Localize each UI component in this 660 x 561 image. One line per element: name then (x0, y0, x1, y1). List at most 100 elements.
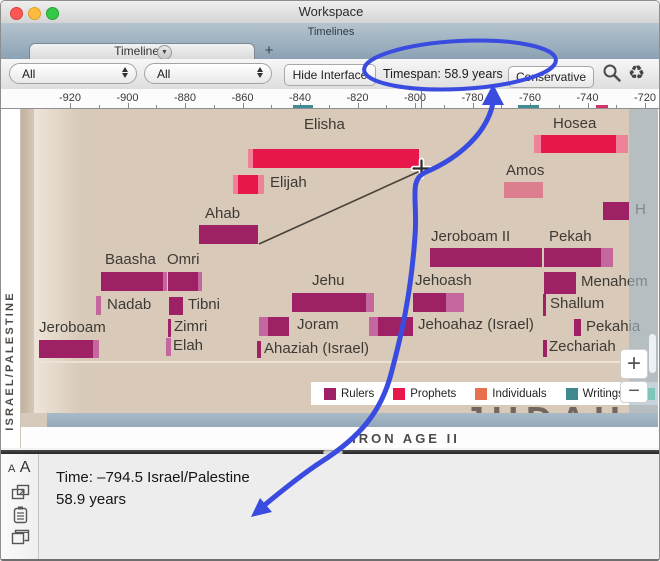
timeline-bar-jehu[interactable] (366, 293, 374, 312)
bar-label-pekah[interactable]: Pekah (549, 228, 592, 245)
ruler-minor-tick (386, 105, 387, 108)
band-divider-line (34, 361, 658, 363)
legend-item-rulers: Rulers (324, 388, 374, 400)
search-icon[interactable] (601, 62, 623, 84)
timeline-bar-elisha[interactable] (253, 149, 419, 168)
vertical-scrollbar-thumb[interactable] (648, 333, 657, 374)
zoom-out-button[interactable]: − (620, 381, 648, 403)
recycle-icon[interactable]: ♻ (628, 62, 645, 85)
bar-label-tibni[interactable]: Tibni (188, 296, 220, 313)
ruler-minor-tick (156, 105, 157, 108)
bar-label-ahab[interactable]: Ahab (205, 205, 240, 222)
legend-bar: RulersProphetsIndividualsWritingsEvents (311, 382, 658, 405)
bar-label-hosea[interactable]: Hosea (553, 115, 596, 132)
timeline-bar-hosea[interactable] (616, 135, 628, 153)
bar-label-jehoahaz-israel-[interactable]: Jehoahaz (Israel) (418, 316, 534, 333)
timeline-ruler[interactable]: -920-900-880-860-840-820-800-780-760-740… (1, 89, 660, 109)
zoom-in-button[interactable]: + (620, 349, 648, 379)
ruler-tick (473, 103, 474, 108)
bar-label-elah[interactable]: Elah (173, 337, 203, 354)
bar-label-ahaziah-israel-[interactable]: Ahaziah (Israel) (264, 340, 369, 357)
bar-label-jeroboam[interactable]: Jeroboam (39, 319, 106, 336)
app-window: Workspace Timelines Timeline ▼ + All All… (0, 0, 660, 561)
timeline-bar-zimri[interactable] (168, 319, 171, 337)
timeline-bar-ahaziah-israel-[interactable] (257, 341, 261, 358)
bar-label-baasha[interactable]: Baasha (105, 251, 156, 268)
hide-interface-button[interactable]: Hide Interface (284, 64, 376, 86)
ruler-tick (243, 103, 244, 108)
timeline-bar-zechariah[interactable] (543, 340, 547, 357)
timeline-bar-jehoahaz-israel-[interactable] (369, 317, 378, 336)
ruler-event-mark (293, 105, 313, 108)
timeline-bar-jehu[interactable] (292, 293, 366, 312)
bar-label-elijah[interactable]: Elijah (270, 174, 307, 191)
legend-swatch (566, 388, 578, 400)
timeline-bar-jehoahaz-israel-[interactable] (378, 317, 413, 336)
timeline-bar-h[interactable] (603, 202, 629, 220)
ruler-minor-tick (271, 105, 272, 108)
bar-label-joram[interactable]: Joram (297, 316, 339, 333)
timeline-bar-tibni[interactable] (169, 297, 183, 315)
ruler-minor-tick (214, 105, 215, 108)
bar-label-zechariah[interactable]: Zechariah (549, 338, 616, 355)
window-title: Workspace (1, 4, 660, 19)
timeline-bar-jeroboam[interactable] (39, 340, 93, 358)
timeline-bar-shallum[interactable] (543, 294, 546, 316)
filter-dropdown-2[interactable]: All (144, 63, 272, 84)
timeline-bar-baasha[interactable] (101, 272, 163, 291)
window-subtitle: Timelines (1, 26, 660, 38)
status-span: 58.9 years (56, 491, 126, 508)
timeline-bar-elijah[interactable] (238, 175, 258, 194)
conservative-button[interactable]: Conservative (508, 66, 594, 88)
timeline-bar-jehoash[interactable] (413, 293, 446, 312)
ruler-tick (645, 103, 646, 108)
timeline-bar-pekah[interactable] (544, 248, 601, 267)
timeline-bar-hosea[interactable] (541, 135, 616, 153)
bar-label-elisha[interactable]: Elisha (304, 116, 345, 133)
timeline-bar-elijah[interactable] (258, 175, 264, 194)
ruler-tick (358, 103, 359, 108)
band-edge-shadow (21, 109, 35, 413)
bar-label-omri[interactable]: Omri (167, 251, 200, 268)
bar-label-jehoash[interactable]: Jehoash (415, 272, 472, 289)
tab-menu-chevron-down-icon[interactable]: ▼ (157, 45, 172, 60)
timeline-bar-elah[interactable] (166, 338, 171, 356)
timeline-bar-ahab[interactable] (199, 225, 258, 244)
title-bar: Workspace (1, 1, 660, 24)
timeline-bar-jehoash[interactable] (446, 293, 464, 312)
legend-label: Individuals (492, 388, 546, 400)
bar-label-jehu[interactable]: Jehu (312, 272, 345, 289)
legend-label: Prophets (410, 388, 456, 400)
timespan-readout: Timespan: 58.9 years (383, 67, 508, 81)
timeline-bar-nadab[interactable] (96, 296, 101, 315)
ruler-minor-tick (501, 105, 502, 108)
timeline-bar-jeroboam[interactable] (93, 340, 99, 358)
ruler-minor-tick (559, 105, 560, 108)
ruler-tick (128, 103, 129, 108)
new-tab-button[interactable]: + (259, 42, 279, 58)
text-size-icon[interactable]: A A (8, 459, 36, 477)
cascade-windows-icon[interactable] (11, 528, 30, 545)
bar-label-zimri[interactable]: Zimri (174, 318, 207, 335)
bar-label-shallum[interactable]: Shallum (550, 295, 604, 312)
timeline-bar-pekah[interactable] (601, 248, 613, 267)
filter-dropdown-1[interactable]: All (9, 63, 137, 84)
clipboard-icon[interactable] (13, 506, 28, 524)
timeline-bar-baasha[interactable] (163, 272, 167, 291)
legend-item-individuals: Individuals (475, 388, 546, 400)
timeline-bar-menahem[interactable] (544, 272, 576, 294)
timeline-bar-jeroboam-ii[interactable] (430, 248, 542, 267)
bar-label-jeroboam-ii[interactable]: Jeroboam II (431, 228, 510, 245)
timeline-bar-joram[interactable] (259, 317, 268, 336)
timeline-bar-omri[interactable] (198, 272, 202, 291)
filter-dropdown-1-value: All (22, 67, 35, 81)
legend-item-prophets: Prophets (393, 388, 456, 400)
timeline-bar-hosea[interactable] (534, 135, 541, 153)
bar-label-nadab[interactable]: Nadab (107, 296, 151, 313)
timeline-bar-joram[interactable] (268, 317, 289, 336)
timeline-bar-amos[interactable] (504, 182, 543, 198)
timeline-bar-omri[interactable] (168, 272, 198, 291)
timeline-bar-pekahia[interactable] (574, 319, 581, 336)
export-window-icon[interactable] (11, 484, 30, 501)
bar-label-amos[interactable]: Amos (506, 162, 544, 179)
